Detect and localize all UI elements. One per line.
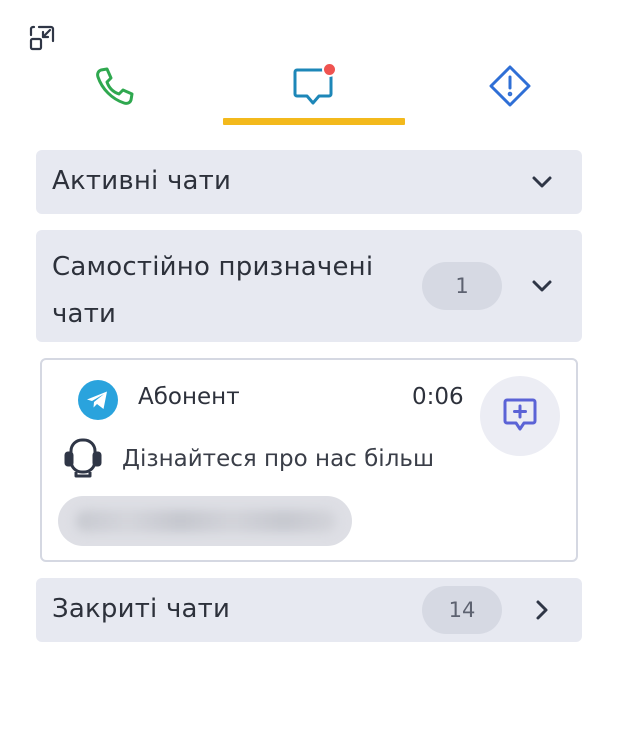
chat-bubble-icon bbox=[290, 62, 338, 110]
tab-alerts[interactable] bbox=[419, 58, 601, 128]
notification-dot bbox=[322, 62, 337, 77]
section-self-assigned-chats[interactable]: Самостійно призначені чати 1 bbox=[36, 230, 582, 342]
section-closed-chats[interactable]: Закриті чати 14 bbox=[36, 578, 582, 642]
reply-button[interactable] bbox=[480, 376, 560, 456]
minimize-icon[interactable] bbox=[26, 22, 58, 54]
count-badge: 14 bbox=[422, 586, 502, 634]
chat-panel: Активні чати Самостійно призначені чати … bbox=[0, 0, 624, 754]
add-message-icon bbox=[500, 394, 540, 438]
tab-calls[interactable] bbox=[24, 58, 206, 128]
warning-diamond-icon bbox=[486, 62, 534, 110]
chevron-right-icon[interactable] bbox=[528, 596, 556, 624]
section-title: Самостійно призначені чати bbox=[52, 252, 374, 329]
chevron-down-icon[interactable] bbox=[528, 168, 556, 196]
phone-icon bbox=[91, 62, 139, 110]
section-title: Активні чати bbox=[52, 166, 232, 196]
channel-tabs bbox=[24, 58, 600, 128]
count-badge: 1 bbox=[422, 262, 502, 310]
bot-icon bbox=[64, 436, 102, 478]
blurred-contact-tag bbox=[58, 496, 352, 546]
message-preview: Дізнайтеся про нас більш bbox=[122, 446, 434, 472]
chevron-down-icon[interactable] bbox=[528, 272, 556, 300]
chat-time: 0:06 bbox=[412, 384, 464, 410]
chat-card[interactable]: Абонент 0:06 Дізнайтеся про нас більш bbox=[40, 358, 578, 562]
subscriber-name: Абонент bbox=[138, 384, 240, 410]
telegram-icon bbox=[78, 380, 118, 420]
section-active-chats[interactable]: Активні чати bbox=[36, 150, 582, 214]
section-title: Закриті чати bbox=[52, 594, 231, 624]
active-tab-indicator bbox=[223, 118, 405, 125]
